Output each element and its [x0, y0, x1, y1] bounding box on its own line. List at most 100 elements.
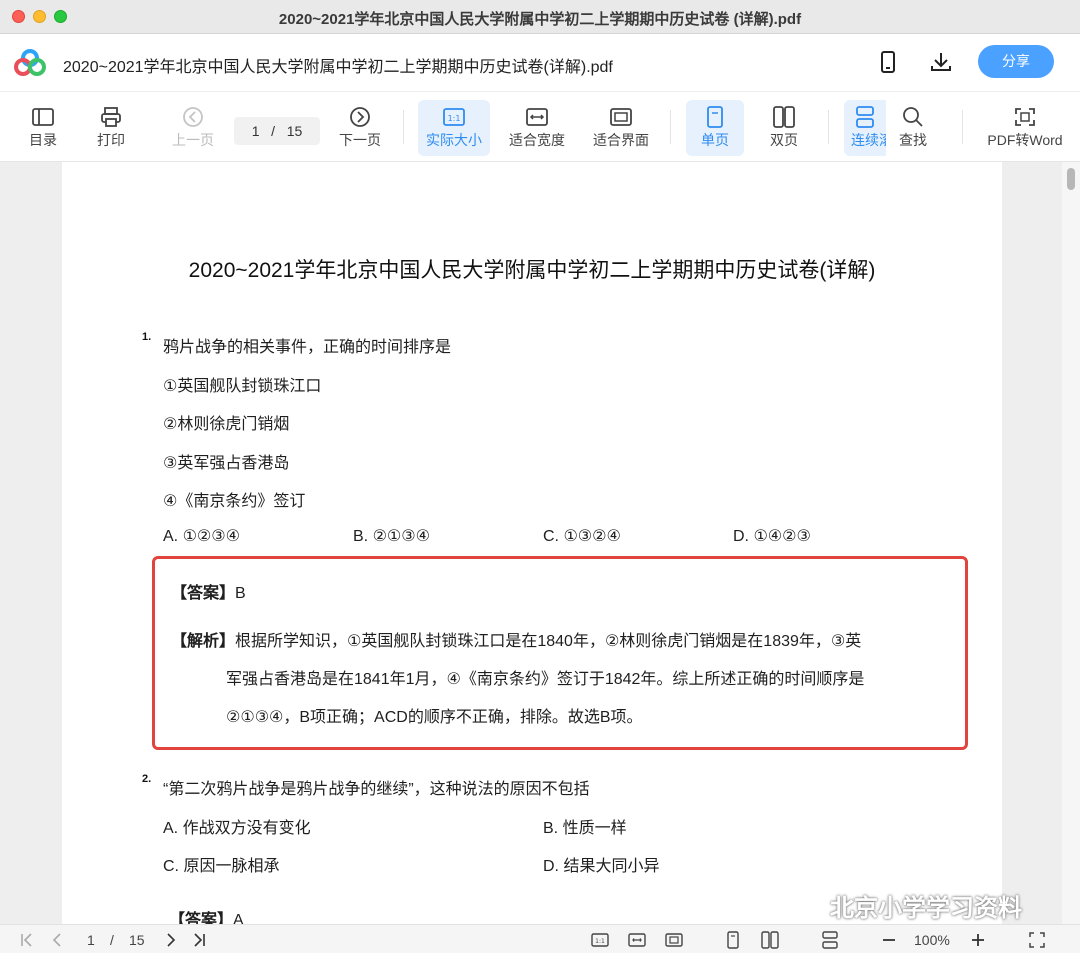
double-page-label: 双页 [770, 132, 798, 148]
fit-width-icon[interactable] [628, 931, 646, 949]
print-label: 打印 [97, 132, 125, 148]
answer-option: B. 性质一样 [543, 820, 627, 837]
toolbar-divider [403, 110, 404, 144]
answer-option: A. 作战双方没有变化 [163, 820, 311, 837]
toc-label: 目录 [29, 132, 57, 148]
status-page-current[interactable]: 1 [87, 932, 95, 948]
toolbar-divider [962, 110, 963, 144]
question-number: 1. [142, 331, 152, 343]
chevron-right-circle-icon [350, 107, 370, 127]
analysis-text: 军强占香港岛是在1841年1月，④《南京条约》签订于1842年。综上所述正确的时… [226, 671, 865, 688]
file-name: 2020~2021学年北京中国人民大学附属中学初二上学期期中历史试卷(详解).p… [63, 59, 613, 76]
fit-page-label: 适合界面 [593, 132, 649, 148]
find-label: 查找 [899, 132, 927, 148]
single-page-icon[interactable] [724, 931, 742, 949]
print-button[interactable]: 打印 [86, 100, 136, 156]
analysis-text: ②①③④，B项正确；ACD的顺序不正确，排除。故选B项。 [226, 709, 643, 726]
status-bar: 1 / 15 1:1 100% [0, 924, 1080, 953]
answer-line: 【答案】A [169, 906, 244, 924]
toolbar-divider [828, 110, 829, 144]
svg-text:1:1: 1:1 [595, 938, 605, 945]
answer-value: B [235, 585, 246, 602]
page-total: 15 [286, 123, 303, 139]
fit-page-icon [610, 108, 632, 126]
answer-option: D. 结果大同小异 [543, 858, 660, 875]
zoom-level: 100% [914, 932, 950, 948]
continuous-scroll-icon[interactable] [821, 931, 839, 949]
wechat-icon [785, 894, 823, 918]
next-page-icon[interactable] [162, 931, 180, 949]
download-icon[interactable] [929, 50, 953, 74]
analysis-text: 根据所学知识，①英国舰队封锁珠江口是在1840年，②林则徐虎门销烟是在1839年… [235, 633, 862, 650]
share-button[interactable]: 分享 [978, 45, 1054, 78]
document-viewer[interactable]: 2020~2021学年北京中国人民大学附属中学初二上学期期中历史试卷(详解) 1… [0, 162, 1080, 924]
scrollbar-thumb[interactable] [1067, 168, 1075, 190]
continuous-scroll-button[interactable]: 连续滚 [844, 100, 886, 156]
pdf-to-word-label: PDF转Word [987, 132, 1063, 148]
question-item: ①英国舰队封锁珠江口 [163, 378, 322, 395]
page-current: 1 [251, 123, 260, 139]
toolbar-divider [670, 110, 671, 144]
page-number-input[interactable]: 1 / 15 [234, 117, 320, 145]
single-page-icon [707, 106, 723, 128]
continuous-scroll-label: 连续滚 [851, 132, 886, 148]
fit-width-label: 适合宽度 [509, 132, 565, 148]
analysis-line: 【解析】根据所学知识，①英国舰队封锁珠江口是在1840年，②林则徐虎门销烟是在1… [171, 627, 861, 651]
vertical-scrollbar[interactable] [1062, 162, 1080, 924]
prev-page-icon[interactable] [48, 931, 66, 949]
page-separator: / [271, 123, 276, 139]
first-page-icon[interactable] [18, 931, 36, 949]
actual-size-button[interactable]: 1:1 实际大小 [418, 100, 490, 156]
question-number: 2. [142, 773, 152, 785]
baidu-netdisk-logo-icon [14, 49, 46, 76]
watermark-text: 北京小学学习资料 [830, 895, 1022, 922]
app-header: 2020~2021学年北京中国人民大学附属中学初二上学期期中历史试卷(详解).p… [0, 34, 1080, 92]
fit-page-icon[interactable] [665, 931, 683, 949]
printer-icon [101, 107, 121, 127]
continuous-scroll-icon [856, 106, 874, 128]
zoom-out-icon[interactable] [880, 931, 898, 949]
answer-value: A [233, 912, 244, 924]
single-page-button[interactable]: 单页 [686, 100, 744, 156]
actual-size-icon[interactable]: 1:1 [591, 931, 609, 949]
question-item: ③英军强占香港岛 [163, 455, 290, 472]
toc-button[interactable]: 目录 [18, 100, 68, 156]
double-page-button[interactable]: 双页 [758, 100, 810, 156]
double-page-icon[interactable] [761, 931, 779, 949]
last-page-icon[interactable] [190, 931, 208, 949]
prev-page-label: 上一页 [172, 132, 214, 148]
zoom-in-icon[interactable] [969, 931, 987, 949]
question-stem: 鸦片战争的相关事件，正确的时间排序是 [163, 339, 452, 356]
fit-width-button[interactable]: 适合宽度 [504, 100, 570, 156]
answer-option: C. ①③②④ [543, 528, 621, 545]
pdf-to-word-button[interactable]: PDF转Word [980, 100, 1070, 156]
question-item: ②林则徐虎门销烟 [163, 416, 290, 433]
chevron-left-circle-icon [183, 107, 203, 127]
prev-page-button[interactable]: 上一页 [166, 100, 220, 156]
actual-size-label: 实际大小 [426, 132, 482, 148]
document-title: 2020~2021学年北京中国人民大学附属中学初二上学期期中历史试卷(详解) [188, 259, 876, 282]
search-icon [903, 107, 923, 127]
window-titlebar: 2020~2021学年北京中国人民大学附属中学初二上学期期中历史试卷 (详解).… [0, 0, 1080, 34]
fullscreen-icon[interactable] [1028, 931, 1046, 949]
single-page-label: 单页 [701, 132, 729, 148]
toc-icon [32, 108, 54, 126]
status-page-total: 15 [129, 932, 145, 948]
find-button[interactable]: 查找 [888, 100, 938, 156]
answer-highlight-box: 【答案】B 【解析】根据所学知识，①英国舰队封锁珠江口是在1840年，②林则徐虎… [152, 556, 968, 750]
fit-page-button[interactable]: 适合界面 [588, 100, 654, 156]
answer-option: A. ①②③④ [163, 528, 240, 545]
question-stem: “第二次鸦片战争是鸦片战争的继续”，这种说法的原因不包括 [163, 781, 590, 798]
answer-option: C. 原因一脉相承 [163, 858, 280, 875]
phone-icon[interactable] [876, 50, 900, 74]
analysis-tag: 【解析】 [171, 633, 236, 650]
answer-line: 【答案】B [171, 579, 246, 603]
next-page-label: 下一页 [339, 132, 381, 148]
answer-option: B. ②①③④ [353, 528, 430, 545]
svg-text:1:1: 1:1 [448, 114, 461, 123]
next-page-button[interactable]: 下一页 [334, 100, 386, 156]
answer-option: D. ①④②③ [733, 528, 811, 545]
fit-width-icon [526, 108, 548, 126]
question-item: ④《南京条约》签订 [163, 493, 306, 510]
pdf-page: 2020~2021学年北京中国人民大学附属中学初二上学期期中历史试卷(详解) 1… [62, 162, 1002, 924]
